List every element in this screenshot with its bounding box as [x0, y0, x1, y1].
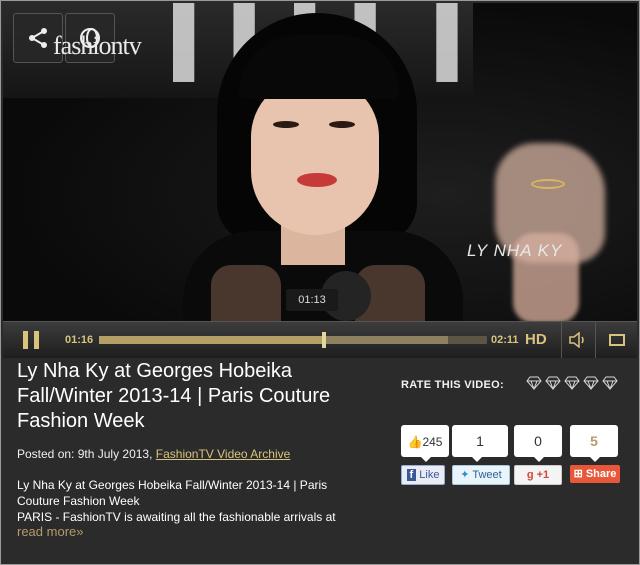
rating-diamond-icon[interactable] [564, 376, 580, 390]
google-g-icon: g [526, 469, 534, 481]
speaker-icon [569, 332, 584, 348]
archive-link[interactable]: FashionTV Video Archive [156, 447, 291, 461]
tweet-button[interactable]: ✦ Tweet [452, 465, 510, 485]
rating-diamond-icon[interactable] [583, 376, 599, 390]
player-controls: 01:16 02:11 HD [3, 321, 637, 358]
total-time: 02:11 [491, 334, 519, 346]
posted-line: Posted on: 9th July 2013, FashionTV Vide… [17, 447, 290, 461]
twitter-widget: 1 ✦ Tweet [452, 425, 510, 485]
thumbs-up-icon: 👍 [407, 435, 423, 449]
hd-button[interactable]: HD [525, 331, 547, 348]
share-button[interactable]: ⊞ Share [570, 465, 620, 483]
bird-icon: ✦ [460, 469, 470, 481]
tweet-label: Tweet [472, 469, 502, 481]
dress-mesh-left [211, 265, 281, 321]
read-more-link[interactable]: read more» [17, 524, 83, 539]
facebook-count-box: 👍245 [401, 425, 449, 462]
rate-label: RATE THIS VIDEO: [401, 379, 504, 391]
rating-diamond-icon[interactable] [526, 376, 542, 390]
double-chevron-right-icon: » [76, 524, 84, 539]
video-widget: ▌▌▌▌▐ LY NHA KY fashiontv 01:13 [0, 0, 640, 565]
share-icon [29, 28, 47, 48]
seek-handle[interactable] [322, 332, 327, 348]
seek-progress [99, 336, 325, 344]
google-plus-one-button[interactable]: g +1 [514, 465, 562, 485]
video-description: Ly Nha Ky at Georges Hobeika Fall/Winter… [17, 477, 367, 525]
watermark-logo: fashiontv [53, 31, 142, 60]
description-line-1: Ly Nha Ky at Georges Hobeika Fall/Winter… [17, 478, 328, 508]
pause-button[interactable] [3, 322, 59, 358]
twitter-count: 1 [452, 425, 508, 462]
share-label: Share [585, 468, 617, 480]
fullscreen-button[interactable] [595, 322, 638, 358]
volume-button[interactable] [561, 322, 596, 358]
video-player[interactable]: ▌▌▌▌▐ LY NHA KY fashiontv 01:13 [3, 3, 637, 321]
pause-icon [23, 331, 28, 349]
google-plus-widget: 0 g +1 [514, 425, 564, 485]
description-line-2: PARIS - FashionTV is awaiting all the fa… [17, 510, 336, 524]
video-caption: LY NHA KY [467, 241, 563, 260]
video-title: Ly Nha Ky at Georges Hobeika Fall/Winter… [17, 360, 331, 432]
rating-diamonds [526, 376, 618, 390]
facebook-widget: 👍245 f Like [401, 425, 451, 485]
person-face [251, 77, 379, 235]
posted-date: Posted on: 9th July 2013, [17, 447, 156, 461]
facebook-like-label: Like [419, 469, 440, 481]
read-more-label: read more [17, 524, 77, 539]
facebook-like-button[interactable]: f Like [401, 465, 445, 485]
person-ring [531, 179, 565, 189]
seek-tooltip: 01:13 [286, 289, 338, 311]
person-lips [297, 173, 337, 187]
seek-bar[interactable] [99, 332, 487, 348]
pause-icon-bar [34, 331, 39, 349]
facebook-count: 245 [422, 435, 443, 449]
rating-diamond-icon[interactable] [602, 376, 618, 390]
google-plus-one-label: +1 [536, 469, 550, 481]
share-count: 5 [570, 425, 618, 462]
facebook-f-icon: f [406, 469, 417, 481]
google-plus-count: 0 [514, 425, 562, 462]
share-widget: 5 ⊞ Share [570, 425, 620, 483]
fullscreen-icon [609, 334, 625, 346]
plus-icon: ⊞ [573, 468, 583, 480]
person-eye-left [273, 121, 299, 128]
person-eye-right [329, 121, 355, 128]
current-time: 01:16 [65, 334, 94, 346]
rating-diamond-icon[interactable] [545, 376, 561, 390]
